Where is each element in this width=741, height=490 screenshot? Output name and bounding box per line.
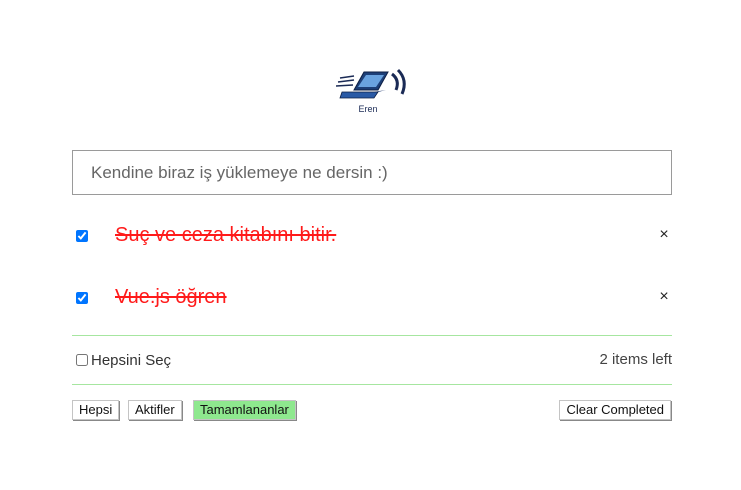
logo: Eren <box>335 68 412 116</box>
laptop-icon <box>335 68 406 99</box>
new-todo-input[interactable] <box>72 150 672 195</box>
divider <box>72 335 672 336</box>
remove-todo-icon[interactable]: × <box>656 225 672 245</box>
filter-all-button[interactable]: Hepsi <box>72 400 120 420</box>
todo-title[interactable]: Suç ve ceza kitabını bitir. <box>115 224 336 247</box>
todo-item: Vue.js öğren × <box>72 279 672 319</box>
items-left-count: 2 items left <box>599 351 672 368</box>
clear-completed-button[interactable]: Clear Completed <box>559 400 671 420</box>
select-all-checkbox[interactable] <box>76 354 88 366</box>
select-all-label: Hepsini Seç <box>91 352 172 369</box>
todo-complete-checkbox[interactable] <box>76 230 88 242</box>
todo-app: Eren Suç ve ceza kitabını bitir. × Vue.j… <box>0 0 741 490</box>
select-all[interactable]: Hepsini Seç <box>76 352 172 369</box>
filter-completed-button[interactable]: Tamamlananlar <box>193 400 296 420</box>
divider <box>72 384 672 385</box>
todo-item: Suç ve ceza kitabını bitir. × <box>72 217 672 257</box>
logo-text: Eren <box>358 104 378 114</box>
filter-active-button[interactable]: Aktifler <box>128 400 182 420</box>
remove-todo-icon[interactable]: × <box>656 287 672 307</box>
todo-title[interactable]: Vue.js öğren <box>115 286 227 309</box>
todo-complete-checkbox[interactable] <box>76 292 88 304</box>
